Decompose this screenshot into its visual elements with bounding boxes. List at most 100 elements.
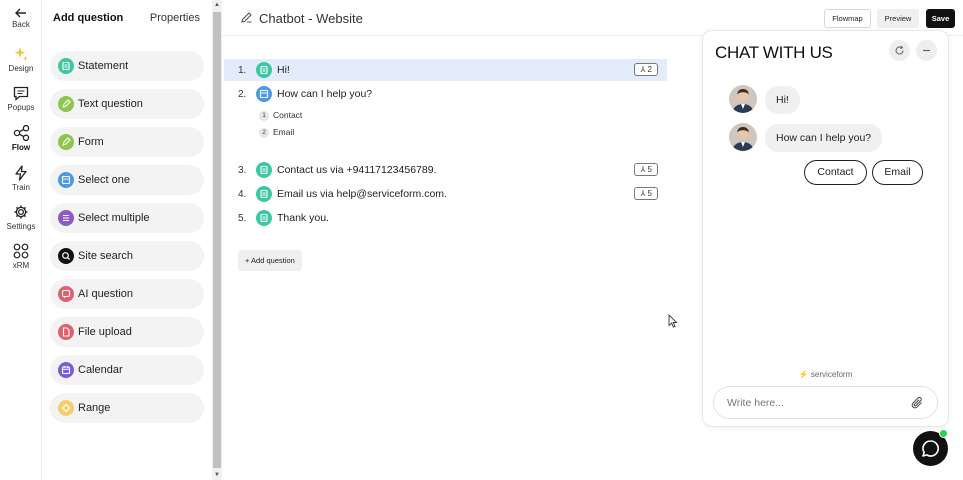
rail-item-xrm[interactable]: xRM bbox=[0, 243, 42, 270]
chat-launcher-button[interactable] bbox=[913, 429, 948, 466]
rail-item-settings[interactable]: Settings bbox=[0, 204, 42, 231]
palette-item-ai-question[interactable]: AI question bbox=[50, 279, 204, 309]
online-status-dot bbox=[939, 429, 948, 438]
option-number: 2 bbox=[259, 128, 269, 138]
choice-chip-email[interactable]: Email bbox=[872, 160, 923, 185]
question-text: Contact us via +94117123456789. bbox=[277, 164, 437, 176]
question-row[interactable]: 4. Email us via help@serviceform.com. ⅄ … bbox=[224, 183, 667, 205]
share-nodes-icon bbox=[13, 125, 29, 141]
palette-item-file-upload[interactable]: File upload bbox=[50, 317, 204, 347]
add-question-button[interactable]: + Add question bbox=[238, 250, 302, 271]
tab-add-question[interactable]: Add question bbox=[53, 12, 123, 24]
jump-badge[interactable]: ⅄ 2 bbox=[634, 63, 658, 76]
refresh-button[interactable] bbox=[889, 40, 910, 61]
powered-by: ⚡ serviceform bbox=[703, 370, 948, 379]
question-row[interactable]: 2. How can I help you? bbox=[224, 83, 667, 105]
palette-item-label: Statement bbox=[78, 60, 129, 72]
palette-tabs: Add question Properties bbox=[53, 12, 206, 26]
palette-item-label: Site search bbox=[78, 250, 134, 262]
choice-chip-contact[interactable]: Contact bbox=[804, 160, 867, 185]
powered-by-label: serviceform bbox=[810, 370, 853, 379]
jump-count: 5 bbox=[647, 189, 652, 198]
chat-title: CHAT WITH US bbox=[715, 43, 833, 62]
palette-item-select-multiple[interactable]: Select multiple bbox=[50, 203, 204, 233]
mouse-cursor-icon bbox=[668, 314, 678, 328]
grid-circles-icon bbox=[13, 243, 29, 259]
refresh-icon bbox=[895, 45, 904, 55]
person-avatar-icon bbox=[729, 123, 757, 151]
palette-item-label: File upload bbox=[78, 326, 132, 338]
scroll-thumb[interactable] bbox=[213, 12, 221, 468]
flow-list: 1. Hi! ⅄ 2 2. How can I help you? 1 Conta… bbox=[222, 37, 702, 480]
back-button[interactable]: Back bbox=[0, 8, 42, 29]
palette-item-form[interactable]: Form bbox=[50, 127, 204, 157]
rail-label-settings: Settings bbox=[6, 222, 36, 231]
statement-icon bbox=[256, 162, 272, 178]
chat-bubble-icon bbox=[922, 440, 939, 457]
list-icon bbox=[256, 86, 272, 102]
list-icon bbox=[58, 172, 74, 188]
palette-item-label: Range bbox=[78, 402, 111, 414]
question-number: 5. bbox=[238, 213, 247, 224]
question-row[interactable]: 1. Hi! ⅄ 2 bbox=[224, 59, 667, 81]
rail-item-popups[interactable]: Popups bbox=[0, 86, 42, 112]
minus-icon bbox=[923, 49, 930, 52]
option-item[interactable]: 1 Contact bbox=[259, 110, 302, 122]
scroll-down-arrow-icon[interactable]: ▼ bbox=[213, 470, 221, 480]
statement-icon bbox=[58, 58, 74, 74]
chat-message-bubble: Hi! bbox=[765, 86, 800, 114]
question-text: How can I help you? bbox=[277, 88, 373, 100]
pencil-edit-icon[interactable] bbox=[240, 11, 253, 24]
palette-item-calendar[interactable]: Calendar bbox=[50, 355, 204, 385]
gear-icon bbox=[14, 205, 28, 219]
ai-chat-icon bbox=[58, 286, 74, 302]
chat-message-input[interactable] bbox=[727, 395, 897, 411]
calendar-icon bbox=[58, 362, 74, 378]
palette-item-text-question[interactable]: Text question bbox=[50, 89, 204, 119]
scroll-up-arrow-icon[interactable]: ▲ bbox=[213, 0, 221, 10]
rail-item-flow[interactable]: Flow bbox=[0, 125, 42, 152]
palette-item-range[interactable]: Range bbox=[50, 393, 204, 423]
option-item[interactable]: 2 Email bbox=[259, 127, 294, 139]
sparkle-icon bbox=[14, 47, 28, 61]
paperclip-icon[interactable] bbox=[911, 395, 924, 411]
range-icon bbox=[58, 400, 74, 416]
preview-button[interactable]: Preview bbox=[877, 9, 919, 28]
save-button[interactable]: Save bbox=[926, 9, 955, 28]
minimize-button[interactable] bbox=[916, 40, 937, 61]
question-row[interactable]: 5. Thank you. bbox=[224, 207, 667, 229]
rail-label-train: Train bbox=[12, 183, 30, 192]
question-number: 4. bbox=[238, 189, 247, 200]
chat-message-bubble: How can I help you? bbox=[765, 124, 883, 152]
palette-item-statement[interactable]: Statement bbox=[50, 51, 204, 81]
palette-item-label: Calendar bbox=[78, 364, 123, 376]
jump-badge[interactable]: ⅄ 5 bbox=[634, 163, 658, 176]
palette-item-label: AI question bbox=[78, 288, 134, 300]
chat-widget-preview: CHAT WITH US Hi! How can I help you? Con… bbox=[702, 30, 949, 427]
rail-label-flow: Flow bbox=[11, 143, 31, 152]
left-rail: Back Design Popups Flow Train Settings x… bbox=[0, 0, 42, 480]
checklist-icon bbox=[58, 210, 74, 226]
jump-count: 2 bbox=[647, 65, 652, 74]
flowmap-button[interactable]: Flowmap bbox=[824, 9, 871, 28]
jump-badge[interactable]: ⅄ 5 bbox=[634, 187, 658, 200]
agent-avatar bbox=[729, 123, 757, 151]
option-text: Email bbox=[273, 127, 295, 137]
message-square-icon bbox=[13, 86, 29, 101]
palette-item-label: Select one bbox=[78, 174, 130, 186]
lightning-icon bbox=[15, 165, 27, 181]
tab-properties[interactable]: Properties bbox=[150, 12, 200, 24]
rail-item-design[interactable]: Design bbox=[0, 46, 42, 73]
palette-scrollbar[interactable]: ▲ ▼ bbox=[212, 0, 222, 480]
question-row[interactable]: 3. Contact us via +94117123456789. ⅄ 5 bbox=[224, 159, 667, 181]
question-text: Email us via help@serviceform.com. bbox=[277, 188, 447, 200]
rail-item-train[interactable]: Train bbox=[0, 165, 42, 192]
chat-input-box[interactable] bbox=[713, 386, 938, 419]
question-text: Thank you. bbox=[277, 212, 329, 224]
palette-item-select-one[interactable]: Select one bbox=[50, 165, 204, 195]
page-title[interactable]: Chatbot - Website bbox=[259, 11, 363, 26]
palette-item-site-search[interactable]: Site search bbox=[50, 241, 204, 271]
arrow-left-icon bbox=[15, 8, 26, 18]
search-icon bbox=[58, 248, 74, 264]
branch-icon: ⅄ bbox=[640, 189, 648, 198]
